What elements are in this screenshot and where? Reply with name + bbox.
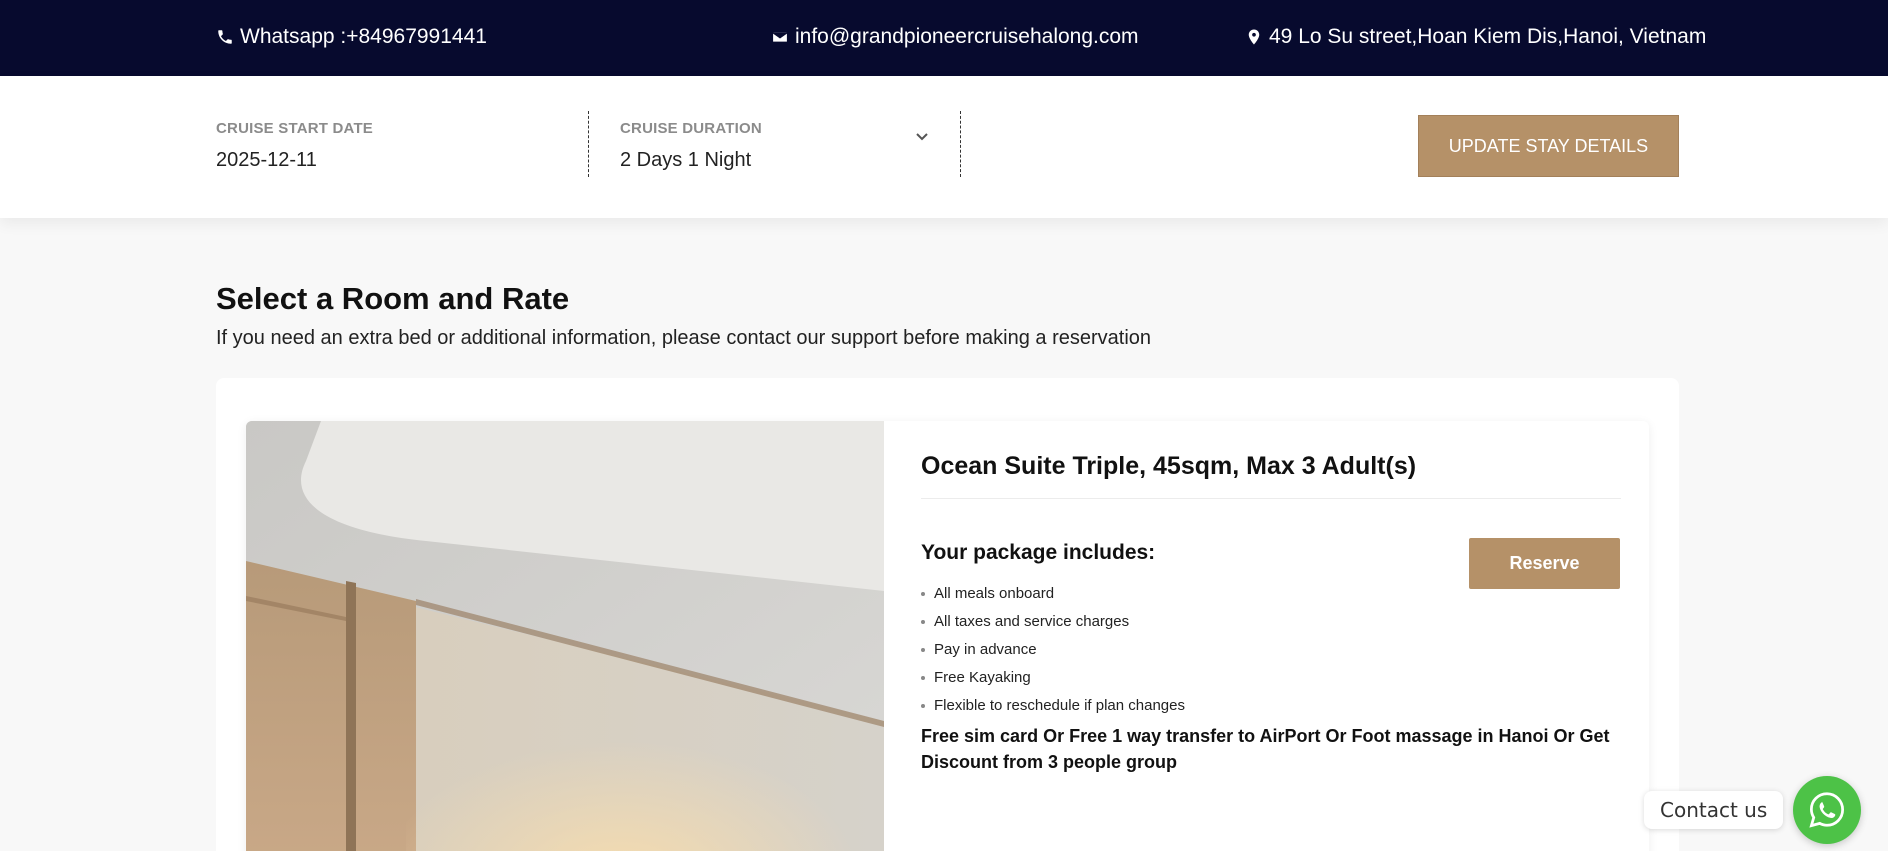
address-text: 49 Lo Su street,Hoan Kiem Dis,Hanoi, Vie… [1269, 25, 1707, 48]
list-item: All meals onboard [921, 580, 1185, 608]
bullet-icon [921, 592, 925, 596]
update-stay-details-button[interactable]: UPDATE STAY DETAILS [1418, 115, 1679, 177]
bullet-icon [921, 648, 925, 652]
promo-text: Free sim card Or Free 1 way transfer to … [921, 726, 1610, 772]
reserve-button[interactable]: Reserve [1469, 538, 1620, 589]
package-title: Your package includes: [921, 541, 1156, 564]
page-title: Select a Room and Rate [216, 281, 570, 316]
page-subtitle: If you need an extra bed or additional i… [216, 327, 1152, 349]
whatsapp-chat-button[interactable] [1793, 776, 1861, 844]
room-photo[interactable] [246, 421, 884, 851]
list-item: Flexible to reschedule if plan changes [921, 692, 1185, 720]
whatsapp-icon [1809, 792, 1845, 828]
cruise-duration-select[interactable]: CRUISE DURATION 2 Days 1 Night [620, 120, 762, 172]
cruise-duration-value[interactable]: 2 Days 1 Night [620, 149, 762, 172]
email-text: info@grandpioneercruisehalong.com [795, 25, 1139, 48]
room-title-divider [921, 498, 1621, 499]
field-divider [960, 111, 961, 177]
bullet-icon [921, 676, 925, 680]
address-contact[interactable]: 49 Lo Su street,Hoan Kiem Dis,Hanoi, Vie… [1245, 25, 1706, 49]
contact-us-label[interactable]: Contact us [1644, 791, 1784, 829]
cruise-start-date-value[interactable]: 2025-12-11 [216, 149, 373, 172]
list-item: All taxes and service charges [921, 608, 1185, 636]
cruise-start-date-field[interactable]: CRUISE START DATE 2025-12-11 [216, 120, 373, 172]
whatsapp-contact[interactable]: Whatsapp :+84967991441 [216, 25, 487, 49]
field-divider [588, 111, 589, 177]
email-contact[interactable]: info@grandpioneercruisehalong.com [771, 25, 1139, 49]
chevron-down-icon[interactable] [914, 128, 930, 144]
room-title: Ocean Suite Triple, 45sqm, Max 3 Adult(s… [921, 452, 1417, 480]
cruise-start-date-label: CRUISE START DATE [216, 120, 374, 137]
bullet-icon [921, 704, 925, 708]
map-marker-icon [1248, 29, 1260, 45]
envelope-icon [771, 31, 789, 43]
cruise-duration-label: CRUISE DURATION [620, 120, 762, 137]
list-item: Free Kayaking [921, 664, 1185, 692]
bullet-icon [921, 620, 925, 624]
phone-icon [218, 30, 232, 44]
room-card: Ocean Suite Triple, 45sqm, Max 3 Adult(s… [246, 421, 1649, 851]
list-item: Pay in advance [921, 636, 1185, 664]
stay-details-bar: CRUISE START DATE 2025-12-11 CRUISE DURA… [0, 76, 1888, 218]
package-includes-list: All meals onboard All taxes and service … [921, 580, 1185, 720]
top-contact-bar: Whatsapp :+84967991441 info@grandpioneer… [0, 0, 1888, 76]
whatsapp-text: Whatsapp :+84967991441 [240, 25, 487, 48]
